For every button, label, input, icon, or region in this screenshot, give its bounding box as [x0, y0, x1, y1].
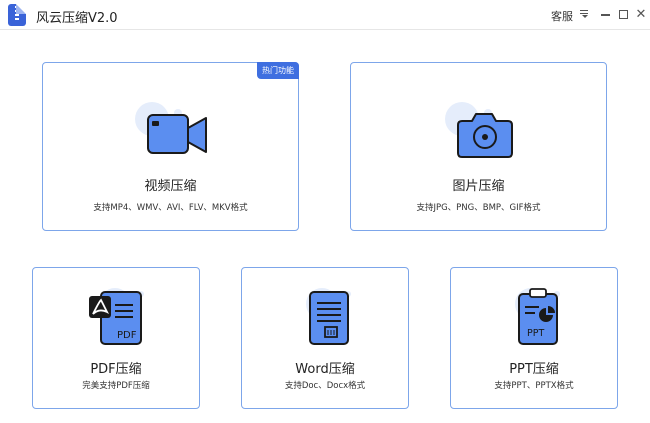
- card-title: 视频压缩: [144, 179, 197, 194]
- ppt-compress-card[interactable]: PPT PPT压缩 支持PPT、PPTX格式: [450, 267, 618, 409]
- menu-icon[interactable]: [577, 6, 593, 22]
- app-title: 风云压缩V2.0: [36, 11, 118, 26]
- video-compress-card[interactable]: 热门功能 视频压缩 支持MP4、WMV、AVI、FLV、MKV格式: [42, 62, 299, 231]
- card-title: Word压缩: [295, 362, 355, 377]
- minimize-icon[interactable]: [597, 6, 613, 22]
- ppt-file-icon: PPT: [497, 284, 573, 352]
- svg-text:PDF: PDF: [117, 330, 137, 341]
- customer-service-link[interactable]: 客服: [551, 8, 573, 24]
- card-title: PPT压缩: [509, 362, 559, 377]
- hot-feature-badge: 热门功能: [257, 62, 299, 79]
- video-camera-icon: [130, 101, 210, 165]
- photo-camera-icon: [438, 101, 518, 165]
- svg-text:PPT: PPT: [527, 328, 544, 339]
- app-window: 风云压缩V2.0 客服 ✕ 热门功能 视频压缩 支持MP4、WMV、AVI、FL…: [0, 0, 650, 423]
- maximize-icon[interactable]: [615, 6, 631, 22]
- word-compress-card[interactable]: Word压缩 支持Doc、Docx格式: [241, 267, 409, 409]
- word-file-icon: [288, 284, 364, 352]
- image-compress-card[interactable]: 图片压缩 支持JPG、PNG、BMP、GIF格式: [350, 62, 607, 231]
- card-title: PDF压缩: [90, 362, 142, 377]
- title-bar: 风云压缩V2.0 客服 ✕: [0, 0, 650, 30]
- card-title: 图片压缩: [452, 179, 505, 194]
- close-icon[interactable]: ✕: [633, 6, 649, 22]
- pdf-file-icon: PDF: [79, 284, 155, 352]
- card-description: 支持JPG、PNG、BMP、GIF格式: [416, 203, 541, 213]
- card-description: 支持Doc、Docx格式: [284, 381, 366, 391]
- pdf-compress-card[interactable]: PDF PDF压缩 完美支持PDF压缩: [32, 267, 200, 409]
- card-description: 完美支持PDF压缩: [82, 381, 150, 391]
- zip-logo-icon: [8, 4, 26, 26]
- card-description: 支持MP4、WMV、AVI、FLV、MKV格式: [93, 203, 248, 213]
- card-description: 支持PPT、PPTX格式: [494, 381, 574, 391]
